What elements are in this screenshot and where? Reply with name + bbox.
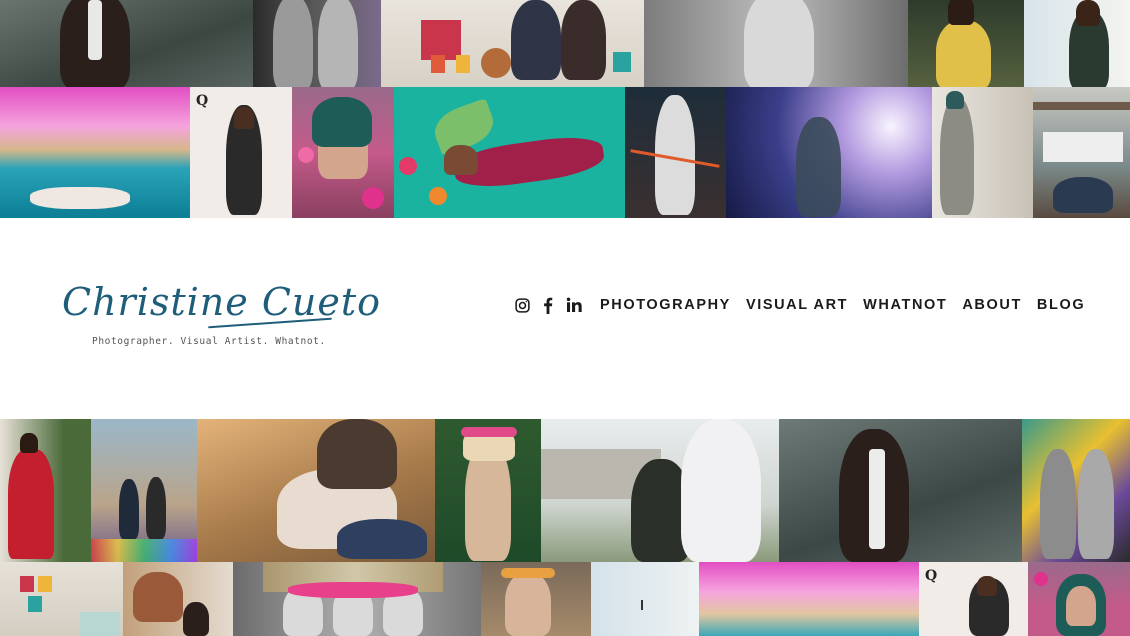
gallery-photo[interactable] <box>394 87 625 218</box>
gallery-photo[interactable] <box>0 0 253 87</box>
site-header: Christine Cueto Photographer. Visual Art… <box>0 218 1130 419</box>
gallery-photo[interactable] <box>1022 419 1130 562</box>
gallery-photo[interactable] <box>233 562 481 636</box>
gallery-photo[interactable] <box>644 0 908 87</box>
gallery-photo[interactable] <box>253 0 381 87</box>
gallery-photo[interactable] <box>779 419 1022 562</box>
instagram-icon[interactable] <box>513 296 531 314</box>
gallery-photo[interactable] <box>1024 0 1130 87</box>
gallery-photo[interactable] <box>197 419 435 562</box>
gallery-photo[interactable] <box>1028 562 1130 636</box>
logo-tagline: Photographer. Visual Artist. Whatnot. <box>92 336 326 347</box>
nav-whatnot[interactable]: WHATNOT <box>863 297 947 313</box>
gallery-photo[interactable]: Q <box>190 87 292 218</box>
nav-visual-art[interactable]: VISUAL ART <box>746 297 848 313</box>
gallery-photo[interactable]: Q <box>919 562 1028 636</box>
gallery-photo[interactable] <box>381 0 644 87</box>
gallery-photo[interactable] <box>625 87 726 218</box>
gallery-photo[interactable] <box>0 87 190 218</box>
gallery-photo[interactable] <box>591 562 699 636</box>
gallery-photo[interactable] <box>481 562 591 636</box>
nav-photography[interactable]: PHOTOGRAPHY <box>600 297 731 313</box>
gallery-photo[interactable] <box>435 419 541 562</box>
gallery-photo[interactable] <box>1033 87 1130 218</box>
gallery-photo[interactable] <box>541 419 779 562</box>
gallery-photo[interactable] <box>726 87 932 218</box>
gallery-photo[interactable] <box>908 0 1024 87</box>
linkedin-icon[interactable] <box>565 296 583 314</box>
gallery-photo[interactable] <box>699 562 919 636</box>
main-navigation: PHOTOGRAPHY VISUAL ART WHATNOT ABOUT BLO… <box>513 295 1091 315</box>
gallery-photo[interactable] <box>123 562 233 636</box>
gallery-photo[interactable] <box>932 87 1033 218</box>
gallery-photo[interactable] <box>292 87 394 218</box>
logo-script-text: Christine Cueto <box>62 280 382 324</box>
gallery-photo[interactable] <box>0 419 91 562</box>
nav-about[interactable]: ABOUT <box>962 297 1022 313</box>
site-logo[interactable]: Christine Cueto Photographer. Visual Art… <box>58 280 380 350</box>
gallery-photo[interactable] <box>0 562 123 636</box>
nav-blog[interactable]: BLOG <box>1037 297 1085 313</box>
facebook-icon[interactable] <box>539 296 557 314</box>
gallery-photo[interactable] <box>91 419 197 562</box>
